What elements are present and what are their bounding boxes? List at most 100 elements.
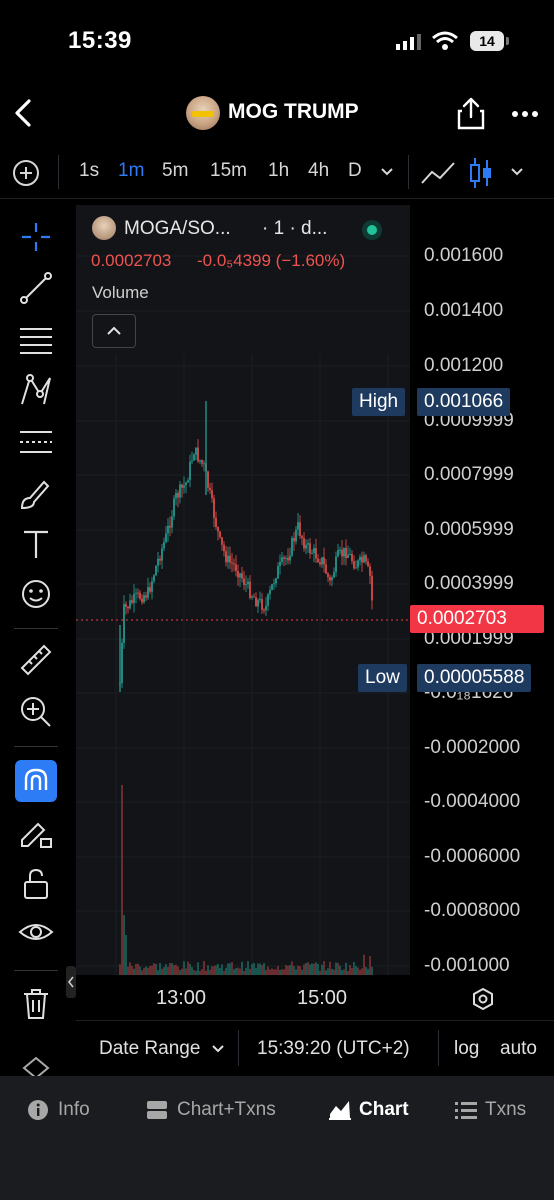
candle-body: [123, 604, 125, 643]
current-price-tag: 0.0002703: [410, 605, 544, 633]
timeframe-1h[interactable]: 1h: [268, 160, 289, 182]
volume-bar: [183, 961, 185, 975]
trend-line-icon[interactable]: [16, 268, 56, 308]
trash-icon[interactable]: [16, 984, 56, 1024]
candle-body: [181, 484, 183, 488]
candle-body: [243, 578, 245, 585]
tab-info[interactable]: Info: [58, 1099, 90, 1121]
magnet-button[interactable]: [15, 760, 57, 802]
volume-bar: [313, 963, 315, 975]
brush-icon[interactable]: [16, 474, 56, 514]
emoji-icon[interactable]: [16, 574, 56, 614]
timezone-clock[interactable]: 15:39:20 (UTC+2): [257, 1038, 410, 1060]
back-arrow-icon[interactable]: [10, 98, 36, 128]
battery-level: 14: [470, 31, 504, 51]
timeframe-D[interactable]: D: [348, 160, 362, 182]
volume-bar: [371, 966, 373, 975]
timeframe-4h[interactable]: 4h: [308, 160, 329, 182]
candle-body: [195, 447, 197, 455]
status-bar: 15:39 14: [0, 0, 554, 85]
tab-txns[interactable]: Txns: [485, 1099, 526, 1121]
candle-body: [269, 589, 271, 595]
line-chart-icon[interactable]: [420, 160, 456, 186]
candle-body: [319, 562, 321, 565]
volume-bar: [225, 967, 227, 975]
candle-body: [251, 596, 253, 598]
collapse-legend-button[interactable]: [92, 314, 136, 348]
lock-drawing-icon[interactable]: [16, 812, 56, 852]
price-axis-label: 0.0005999: [424, 519, 514, 540]
high-value-tag: 0.001066: [417, 388, 511, 416]
chevron-down-icon[interactable]: [211, 1044, 225, 1054]
candle-body: [297, 522, 299, 530]
volume-bar: [145, 966, 147, 975]
status-time: 15:39: [68, 27, 132, 54]
signal-icon: [396, 34, 421, 50]
chevron-up-icon: [107, 326, 121, 335]
volume-bar: [345, 962, 347, 975]
candle-body: [289, 555, 291, 561]
fib-lines-icon[interactable]: [16, 320, 56, 360]
tab-chart-txns[interactable]: Chart+Txns: [177, 1099, 276, 1121]
auto-scale-toggle[interactable]: auto: [500, 1038, 537, 1060]
forecast-icon[interactable]: [16, 422, 56, 462]
timeframe-5m[interactable]: 5m: [162, 160, 188, 182]
log-scale-toggle[interactable]: log: [454, 1038, 479, 1060]
ruler-icon[interactable]: [16, 640, 56, 680]
candle-body: [179, 484, 181, 498]
collapse-toolbar-handle[interactable]: [66, 966, 76, 998]
timeframe-1m[interactable]: 1m: [118, 160, 144, 182]
eye-icon[interactable]: [16, 912, 56, 952]
candle-body: [257, 599, 259, 607]
volume-bar: [231, 962, 233, 975]
volume-bar: [365, 966, 367, 975]
zoom-in-icon[interactable]: [16, 692, 56, 732]
volume-bar: [219, 967, 221, 975]
magnet-icon: [24, 768, 48, 790]
tab-chart[interactable]: Chart: [359, 1099, 409, 1121]
legend-symbol[interactable]: MOGA/SO...: [124, 218, 231, 240]
volume-bar: [143, 968, 145, 975]
chevron-down-icon[interactable]: [380, 167, 394, 177]
candle-body: [135, 592, 137, 594]
high-label-tag: High: [352, 388, 406, 416]
candle-body: [197, 447, 199, 462]
text-tool-icon[interactable]: [16, 524, 56, 564]
candle-body: [337, 550, 339, 557]
candle-body: [295, 529, 297, 542]
chart-settings-icon[interactable]: [470, 986, 496, 1012]
candle-body: [159, 558, 161, 561]
volume-bar: [311, 963, 313, 975]
pattern-icon[interactable]: [16, 370, 56, 410]
list-icon: [455, 1102, 477, 1119]
price-axis-label: 0.0007999: [424, 464, 514, 485]
volume-bar: [121, 785, 123, 975]
candle-body: [207, 471, 209, 488]
volume-bar: [317, 963, 319, 975]
volume-bar: [151, 965, 153, 975]
unlock-icon[interactable]: [16, 864, 56, 904]
candle-body: [235, 564, 237, 572]
volume-bar: [349, 964, 351, 975]
candlestick-icon[interactable]: [468, 156, 494, 190]
date-range-button[interactable]: Date Range: [99, 1038, 200, 1060]
timeframe-1s[interactable]: 1s: [79, 160, 99, 182]
volume-bar: [309, 964, 311, 975]
candle-body: [161, 548, 163, 561]
volume-bar: [307, 962, 309, 975]
crosshair-icon[interactable]: [16, 217, 56, 257]
candle-body: [301, 536, 303, 539]
volume-bar: [337, 962, 339, 975]
time-label-1500: 15:00: [297, 987, 348, 1009]
candle-body: [249, 581, 251, 598]
chevron-down-icon[interactable]: [510, 167, 524, 177]
price-axis-label: -0.0004000: [424, 791, 521, 812]
timeframe-15m[interactable]: 15m: [210, 160, 247, 182]
candle-body: [167, 525, 169, 534]
add-indicator-icon[interactable]: [12, 159, 40, 187]
volume-bar: [247, 961, 249, 975]
candle-body: [327, 573, 329, 577]
more-options-icon[interactable]: [510, 110, 540, 118]
share-icon[interactable]: [456, 96, 486, 130]
volume-bar: [329, 961, 331, 975]
